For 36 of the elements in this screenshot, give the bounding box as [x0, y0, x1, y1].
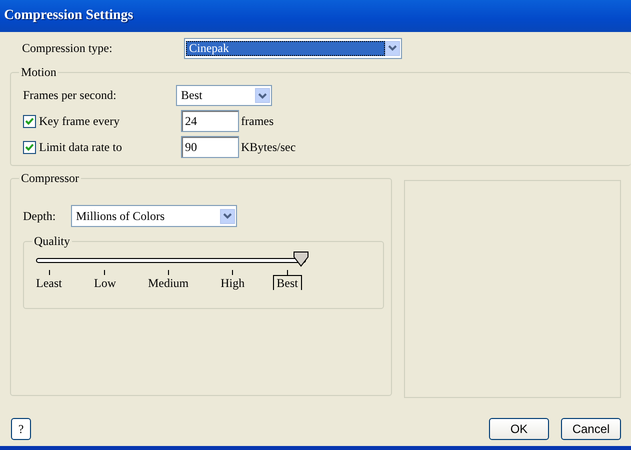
checkbox-label: Limit data rate to: [39, 140, 123, 154]
quality-slider[interactable]: Least Low Medium High Best: [36, 258, 306, 291]
tick-label: Least: [35, 275, 63, 291]
unit-label: KBytes/sec: [241, 140, 296, 154]
input-field[interactable]: 90: [181, 136, 239, 158]
tick-mark: [232, 270, 234, 275]
checkbox[interactable]: [23, 114, 36, 128]
slider-thumb[interactable]: [291, 251, 311, 269]
window-title: Compression Settings: [0, 0, 631, 32]
dropdown[interactable]: Cinepak: [184, 38, 402, 58]
dropdown[interactable]: Millions of Colors: [71, 205, 237, 227]
tick-mark: [104, 270, 106, 275]
dialog-button[interactable]: OK: [489, 418, 549, 440]
field-label: Frames per second:: [23, 88, 118, 103]
dropdown-caret-icon[interactable]: [220, 208, 235, 224]
tick-label: Low: [92, 275, 117, 291]
tick-label: Medium: [146, 275, 190, 291]
tick-mark: [48, 270, 50, 275]
help-button[interactable]: ?: [11, 418, 31, 440]
group-title: Motion: [19, 65, 58, 79]
unit-label: frames: [241, 114, 274, 128]
group-title: Compressor: [19, 171, 81, 185]
input-field[interactable]: 24: [181, 110, 239, 132]
field-label: Compression type:: [22, 40, 114, 56]
tick-mark: [168, 270, 169, 275]
tick-mark: [286, 270, 288, 275]
checkbox-label: Key frame every: [39, 114, 121, 128]
dialog-button[interactable]: Cancel: [561, 418, 621, 440]
dropdown[interactable]: Best: [176, 85, 272, 106]
checkbox[interactable]: [23, 140, 36, 154]
dropdown-caret-icon[interactable]: [385, 40, 400, 56]
group-title: Quality: [32, 234, 72, 248]
dropdown-caret-icon[interactable]: [255, 88, 270, 103]
tick-label: Best: [272, 275, 302, 290]
tick-label: High: [220, 275, 246, 291]
field-label: Depth:: [23, 208, 57, 224]
